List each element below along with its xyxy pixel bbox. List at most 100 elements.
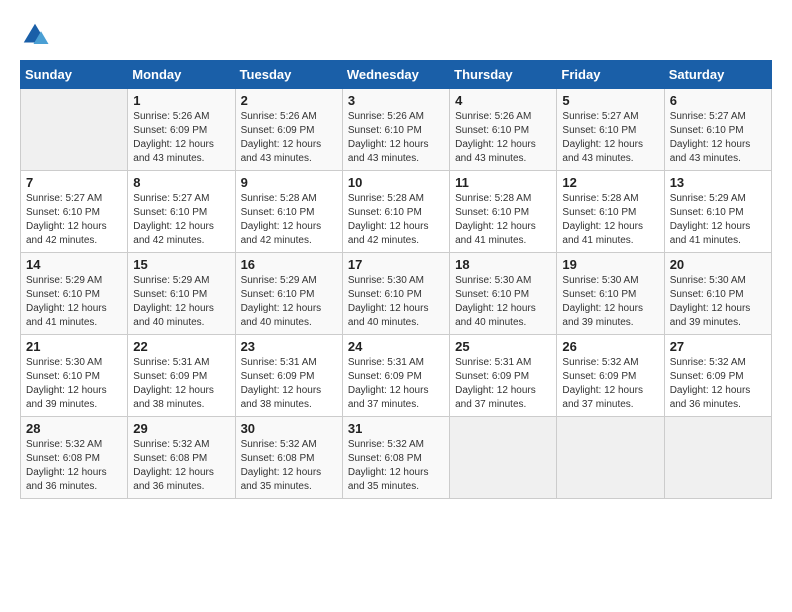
- day-cell: 11 Sunrise: 5:28 AM Sunset: 6:10 PM Dayli…: [450, 171, 557, 253]
- header-cell-wednesday: Wednesday: [342, 61, 449, 89]
- day-number: 21: [26, 339, 122, 354]
- day-info: Sunrise: 5:30 AM Sunset: 6:10 PM Dayligh…: [670, 274, 766, 330]
- day-info: Sunrise: 5:32 AM Sunset: 6:08 PM Dayligh…: [26, 438, 122, 494]
- day-cell: [664, 417, 771, 499]
- day-number: 18: [455, 257, 551, 272]
- day-cell: 5 Sunrise: 5:27 AM Sunset: 6:10 PM Daylig…: [557, 89, 664, 171]
- calendar-header: SundayMondayTuesdayWednesdayThursdayFrid…: [21, 61, 772, 89]
- day-number: 11: [455, 175, 551, 190]
- day-number: 26: [562, 339, 658, 354]
- day-cell: 17 Sunrise: 5:30 AM Sunset: 6:10 PM Dayli…: [342, 253, 449, 335]
- day-info: Sunrise: 5:29 AM Sunset: 6:10 PM Dayligh…: [241, 274, 337, 330]
- day-info: Sunrise: 5:32 AM Sunset: 6:08 PM Dayligh…: [348, 438, 444, 494]
- day-cell: 28 Sunrise: 5:32 AM Sunset: 6:08 PM Dayli…: [21, 417, 128, 499]
- day-cell: 21 Sunrise: 5:30 AM Sunset: 6:10 PM Dayli…: [21, 335, 128, 417]
- day-cell: 30 Sunrise: 5:32 AM Sunset: 6:08 PM Dayli…: [235, 417, 342, 499]
- day-cell: 9 Sunrise: 5:28 AM Sunset: 6:10 PM Daylig…: [235, 171, 342, 253]
- day-info: Sunrise: 5:28 AM Sunset: 6:10 PM Dayligh…: [455, 192, 551, 248]
- day-info: Sunrise: 5:31 AM Sunset: 6:09 PM Dayligh…: [133, 356, 229, 412]
- day-number: 12: [562, 175, 658, 190]
- day-number: 15: [133, 257, 229, 272]
- day-info: Sunrise: 5:27 AM Sunset: 6:10 PM Dayligh…: [133, 192, 229, 248]
- day-cell: 2Sunrise: 5:26 AM Sunset: 6:09 PM Daylig…: [235, 89, 342, 171]
- day-number: 13: [670, 175, 766, 190]
- day-number: 19: [562, 257, 658, 272]
- day-cell: 27 Sunrise: 5:32 AM Sunset: 6:09 PM Dayli…: [664, 335, 771, 417]
- day-cell: 13Sunrise: 5:29 AM Sunset: 6:10 PM Dayli…: [664, 171, 771, 253]
- day-cell: 18 Sunrise: 5:30 AM Sunset: 6:10 PM Dayli…: [450, 253, 557, 335]
- day-cell: 6 Sunrise: 5:27 AM Sunset: 6:10 PM Daylig…: [664, 89, 771, 171]
- day-number: 22: [133, 339, 229, 354]
- day-number: 8: [133, 175, 229, 190]
- day-cell: 19 Sunrise: 5:30 AM Sunset: 6:10 PM Dayli…: [557, 253, 664, 335]
- day-info: Sunrise: 5:32 AM Sunset: 6:09 PM Dayligh…: [670, 356, 766, 412]
- day-info: Sunrise: 5:26 AM Sunset: 6:09 PM Dayligh…: [241, 110, 337, 166]
- day-cell: 10 Sunrise: 5:28 AM Sunset: 6:10 PM Dayli…: [342, 171, 449, 253]
- day-info: Sunrise: 5:29 AM Sunset: 6:10 PM Dayligh…: [133, 274, 229, 330]
- day-cell: 12 Sunrise: 5:28 AM Sunset: 6:10 PM Dayli…: [557, 171, 664, 253]
- calendar-table: SundayMondayTuesdayWednesdayThursdayFrid…: [20, 60, 772, 499]
- day-cell: 25 Sunrise: 5:31 AM Sunset: 6:09 PM Dayli…: [450, 335, 557, 417]
- day-number: 16: [241, 257, 337, 272]
- day-cell: 16 Sunrise: 5:29 AM Sunset: 6:10 PM Dayli…: [235, 253, 342, 335]
- day-number: 24: [348, 339, 444, 354]
- day-cell: 7Sunrise: 5:27 AM Sunset: 6:10 PM Daylig…: [21, 171, 128, 253]
- week-row-1: 1Sunrise: 5:26 AM Sunset: 6:09 PM Daylig…: [21, 89, 772, 171]
- week-row-5: 28 Sunrise: 5:32 AM Sunset: 6:08 PM Dayli…: [21, 417, 772, 499]
- day-number: 17: [348, 257, 444, 272]
- header-cell-tuesday: Tuesday: [235, 61, 342, 89]
- day-info: Sunrise: 5:28 AM Sunset: 6:10 PM Dayligh…: [348, 192, 444, 248]
- day-number: 7: [26, 175, 122, 190]
- page-header: [20, 20, 772, 50]
- day-info: Sunrise: 5:32 AM Sunset: 6:08 PM Dayligh…: [241, 438, 337, 494]
- day-cell: 1Sunrise: 5:26 AM Sunset: 6:09 PM Daylig…: [128, 89, 235, 171]
- day-cell: [450, 417, 557, 499]
- day-cell: 8 Sunrise: 5:27 AM Sunset: 6:10 PM Daylig…: [128, 171, 235, 253]
- day-number: 3: [348, 93, 444, 108]
- day-cell: 4Sunrise: 5:26 AM Sunset: 6:10 PM Daylig…: [450, 89, 557, 171]
- day-cell: 15 Sunrise: 5:29 AM Sunset: 6:10 PM Dayli…: [128, 253, 235, 335]
- day-cell: 24 Sunrise: 5:31 AM Sunset: 6:09 PM Dayli…: [342, 335, 449, 417]
- day-number: 30: [241, 421, 337, 436]
- day-info: Sunrise: 5:26 AM Sunset: 6:10 PM Dayligh…: [455, 110, 551, 166]
- day-info: Sunrise: 5:29 AM Sunset: 6:10 PM Dayligh…: [26, 274, 122, 330]
- day-info: Sunrise: 5:31 AM Sunset: 6:09 PM Dayligh…: [348, 356, 444, 412]
- logo: [20, 20, 55, 50]
- header-cell-sunday: Sunday: [21, 61, 128, 89]
- day-number: 20: [670, 257, 766, 272]
- day-info: Sunrise: 5:27 AM Sunset: 6:10 PM Dayligh…: [562, 110, 658, 166]
- day-number: 27: [670, 339, 766, 354]
- header-row: SundayMondayTuesdayWednesdayThursdayFrid…: [21, 61, 772, 89]
- day-info: Sunrise: 5:31 AM Sunset: 6:09 PM Dayligh…: [455, 356, 551, 412]
- day-number: 25: [455, 339, 551, 354]
- day-info: Sunrise: 5:27 AM Sunset: 6:10 PM Dayligh…: [670, 110, 766, 166]
- day-cell: 20 Sunrise: 5:30 AM Sunset: 6:10 PM Dayli…: [664, 253, 771, 335]
- day-info: Sunrise: 5:30 AM Sunset: 6:10 PM Dayligh…: [562, 274, 658, 330]
- header-cell-monday: Monday: [128, 61, 235, 89]
- day-info: Sunrise: 5:26 AM Sunset: 6:10 PM Dayligh…: [348, 110, 444, 166]
- day-info: Sunrise: 5:30 AM Sunset: 6:10 PM Dayligh…: [455, 274, 551, 330]
- week-row-3: 14Sunrise: 5:29 AM Sunset: 6:10 PM Dayli…: [21, 253, 772, 335]
- day-info: Sunrise: 5:30 AM Sunset: 6:10 PM Dayligh…: [26, 356, 122, 412]
- calendar-body: 1Sunrise: 5:26 AM Sunset: 6:09 PM Daylig…: [21, 89, 772, 499]
- day-cell: [21, 89, 128, 171]
- day-info: Sunrise: 5:31 AM Sunset: 6:09 PM Dayligh…: [241, 356, 337, 412]
- day-cell: 26Sunrise: 5:32 AM Sunset: 6:09 PM Dayli…: [557, 335, 664, 417]
- day-cell: 31 Sunrise: 5:32 AM Sunset: 6:08 PM Dayli…: [342, 417, 449, 499]
- logo-icon: [20, 20, 50, 50]
- day-number: 6: [670, 93, 766, 108]
- day-cell: 29Sunrise: 5:32 AM Sunset: 6:08 PM Dayli…: [128, 417, 235, 499]
- day-number: 5: [562, 93, 658, 108]
- day-number: 9: [241, 175, 337, 190]
- day-number: 10: [348, 175, 444, 190]
- day-info: Sunrise: 5:26 AM Sunset: 6:09 PM Dayligh…: [133, 110, 229, 166]
- day-number: 23: [241, 339, 337, 354]
- day-number: 28: [26, 421, 122, 436]
- day-info: Sunrise: 5:30 AM Sunset: 6:10 PM Dayligh…: [348, 274, 444, 330]
- day-info: Sunrise: 5:28 AM Sunset: 6:10 PM Dayligh…: [241, 192, 337, 248]
- day-info: Sunrise: 5:28 AM Sunset: 6:10 PM Dayligh…: [562, 192, 658, 248]
- day-cell: 3 Sunrise: 5:26 AM Sunset: 6:10 PM Daylig…: [342, 89, 449, 171]
- week-row-2: 7 Sunrise: 5:27 AM Sunset: 6:10 PM Daylig…: [21, 171, 772, 253]
- day-info: Sunrise: 5:32 AM Sunset: 6:08 PM Dayligh…: [133, 438, 229, 494]
- day-number: 31: [348, 421, 444, 436]
